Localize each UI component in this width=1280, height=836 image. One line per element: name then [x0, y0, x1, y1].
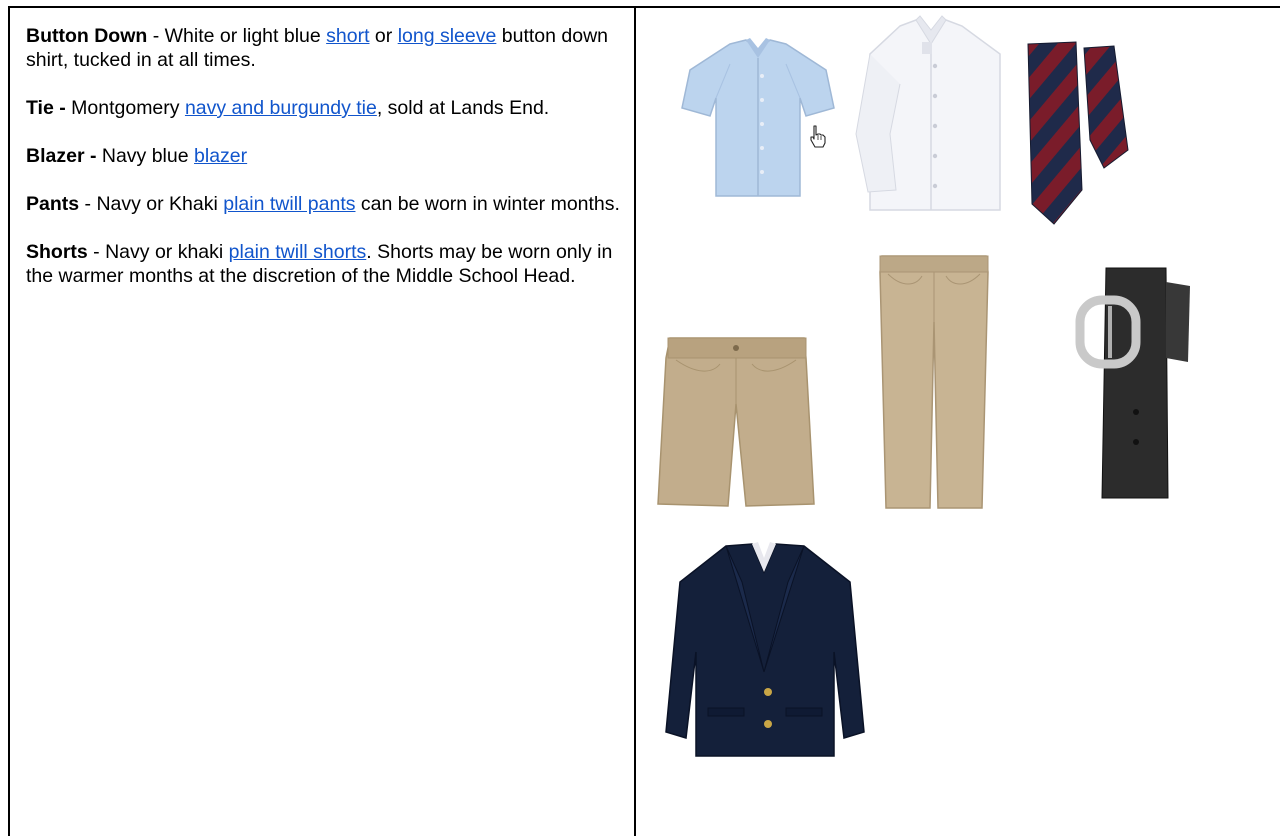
hand-pointer-icon: [808, 124, 828, 148]
item-title: Tie -: [26, 97, 66, 119]
item-title: Blazer -: [26, 145, 97, 167]
item-title: Pants: [26, 193, 80, 215]
item-title: Shorts: [26, 241, 88, 263]
khaki-pants-image: [876, 252, 992, 512]
long-sleeve-shirt-image: [850, 14, 1012, 214]
black-belt-image: [1070, 262, 1202, 502]
khaki-shorts-image: [656, 334, 816, 510]
long-sleeve-link[interactable]: long sleeve: [398, 25, 497, 47]
striped-tie-image: [1024, 40, 1134, 226]
item-blazer: Blazer - Navy blue blazer: [26, 145, 248, 167]
item-button-down: Button Down - White or light blue short …: [26, 25, 609, 71]
shorts-link[interactable]: plain twill shorts: [229, 241, 367, 263]
pants-link[interactable]: plain twill pants: [223, 193, 355, 215]
tie-link[interactable]: navy and burgundy tie: [185, 97, 377, 119]
short-sleeve-link[interactable]: short: [326, 25, 369, 47]
uniform-description-cell: Button Down - White or light blue short …: [26, 24, 626, 312]
item-title: Button Down: [26, 25, 148, 47]
blazer-link[interactable]: blazer: [194, 145, 247, 167]
item-pants: Pants - Navy or Khaki plain twill pants …: [26, 193, 620, 215]
item-shorts: Shorts - Navy or khaki plain twill short…: [26, 241, 613, 287]
short-sleeve-shirt-image: [678, 36, 838, 204]
navy-blazer-image: [664, 542, 866, 762]
item-tie: Tie - Montgomery navy and burgundy tie, …: [26, 97, 550, 119]
